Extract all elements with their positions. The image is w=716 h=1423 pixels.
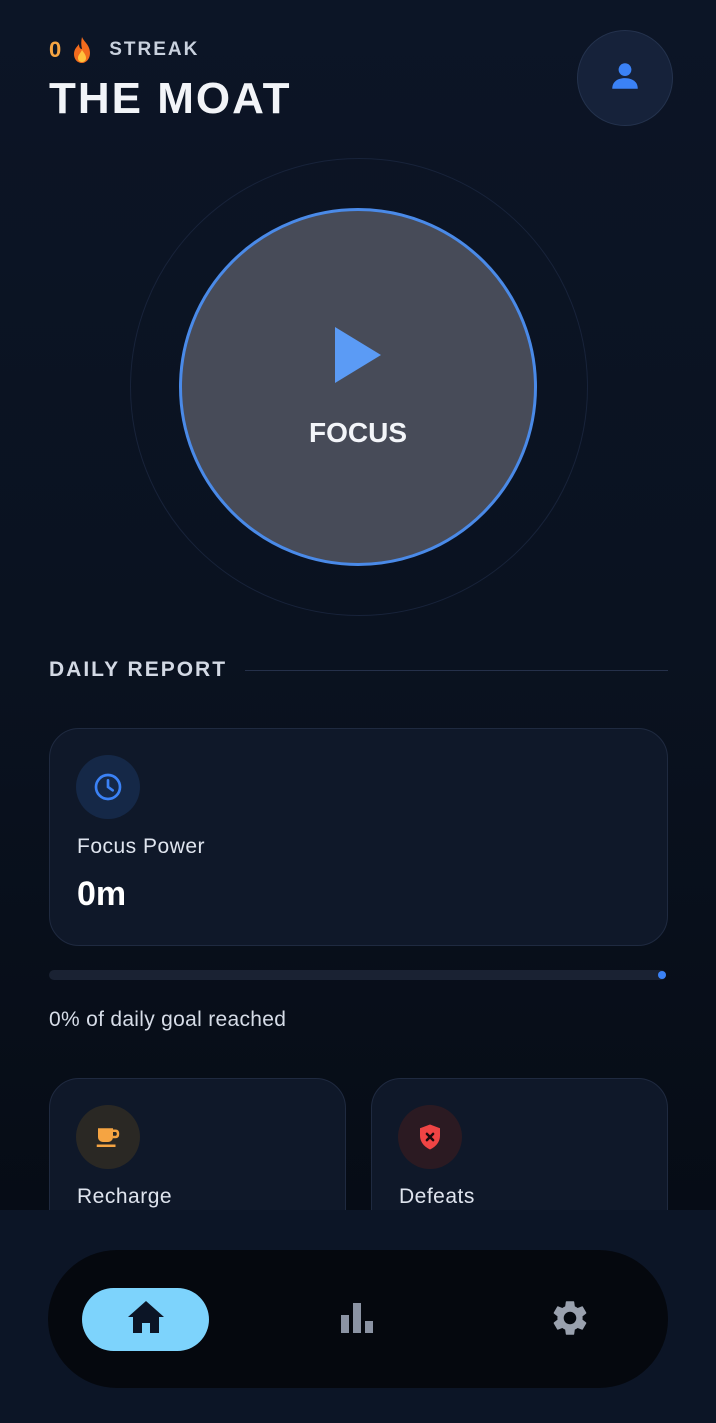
nav-stats[interactable]	[338, 1300, 376, 1338]
shield-x-icon	[398, 1105, 462, 1169]
defeats-label: Defeats	[399, 1185, 475, 1208]
focus-button[interactable]: FOCUS	[179, 208, 537, 566]
gear-icon	[549, 1297, 591, 1344]
header: 0 STREAK THE MOAT	[49, 36, 292, 124]
bar-chart-icon	[339, 1299, 375, 1340]
app-title: THE MOAT	[49, 74, 292, 123]
daily-report-header: DAILY REPORT	[49, 658, 668, 682]
focus-power-label: Focus Power	[77, 835, 206, 858]
profile-button[interactable]	[577, 30, 673, 126]
focus-power-card: Focus Power 0m	[49, 728, 668, 946]
streak-count: 0	[49, 37, 64, 62]
daily-goal-progress-bar	[49, 970, 666, 980]
progress-indicator	[658, 971, 666, 979]
user-icon	[608, 59, 642, 98]
divider	[245, 669, 668, 671]
daily-goal-text: 0% of daily goal reached	[49, 1008, 287, 1031]
bottom-nav	[48, 1250, 668, 1388]
home-icon	[126, 1299, 166, 1340]
flame-icon	[71, 36, 93, 64]
section-title: DAILY REPORT	[49, 658, 228, 681]
clock-icon	[76, 755, 140, 819]
streak-label: STREAK	[109, 39, 200, 60]
streak-indicator: 0 STREAK	[49, 36, 292, 64]
nav-settings[interactable]	[548, 1298, 592, 1342]
recharge-label: Recharge	[77, 1185, 173, 1208]
focus-label: FOCUS	[309, 416, 407, 448]
nav-home[interactable]	[82, 1288, 209, 1351]
coffee-icon	[76, 1105, 140, 1169]
focus-power-value: 0m	[77, 875, 127, 913]
play-icon	[333, 326, 383, 389]
